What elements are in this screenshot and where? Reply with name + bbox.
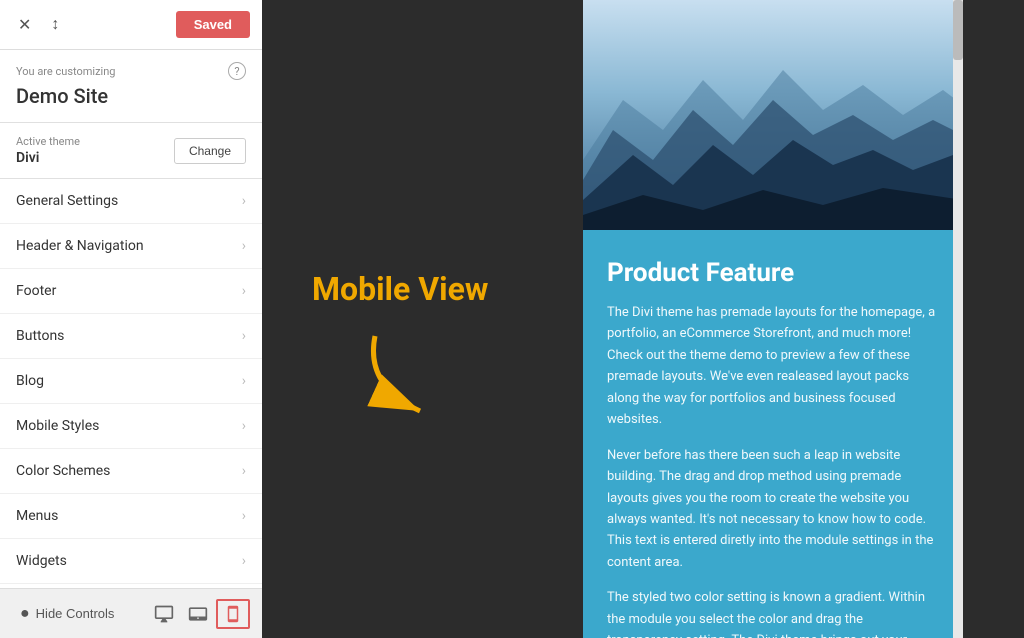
nav-item-widgets[interactable]: Widgets › bbox=[0, 539, 262, 584]
theme-section: Active theme Divi Change bbox=[0, 123, 262, 179]
nav-item-color-schemes[interactable]: Color Schemes › bbox=[0, 449, 262, 494]
chevron-icon: › bbox=[242, 193, 246, 209]
chevron-icon: › bbox=[242, 508, 246, 524]
nav-label: Blog bbox=[16, 373, 44, 389]
chevron-icon: › bbox=[242, 553, 246, 569]
customizing-label: You are customizing bbox=[16, 65, 115, 78]
theme-label: Active theme bbox=[16, 135, 80, 148]
nav-label: Buttons bbox=[16, 328, 64, 344]
sidebar-header: ✕ ↕ Saved bbox=[0, 0, 262, 50]
chevron-icon: › bbox=[242, 283, 246, 299]
preview-area: Mobile View bbox=[262, 0, 1024, 638]
hide-controls-button[interactable]: ● Hide Controls bbox=[12, 599, 122, 629]
sidebar-footer: ● Hide Controls bbox=[0, 588, 262, 638]
desktop-view-button[interactable] bbox=[148, 600, 180, 628]
nav-label: Widgets bbox=[16, 553, 67, 569]
settings-nav: General Settings › Header & Navigation ›… bbox=[0, 179, 262, 588]
preview-frame: Product Feature The Divi theme has prema… bbox=[583, 0, 963, 638]
help-icon[interactable]: ? bbox=[228, 62, 246, 80]
chevron-icon: › bbox=[242, 418, 246, 434]
chevron-icon: › bbox=[242, 373, 246, 389]
chevron-icon: › bbox=[242, 238, 246, 254]
nav-label: Color Schemes bbox=[16, 463, 110, 479]
mobile-view-annotation: Mobile View bbox=[312, 270, 488, 426]
mobile-view-label: Mobile View bbox=[312, 270, 488, 308]
scrollbar-track[interactable] bbox=[953, 0, 963, 638]
nav-item-header-navigation[interactable]: Header & Navigation › bbox=[0, 224, 262, 269]
mountain-svg bbox=[583, 0, 963, 230]
nav-item-menus[interactable]: Menus › bbox=[0, 494, 262, 539]
scrollbar-thumb[interactable] bbox=[953, 0, 963, 60]
product-paragraph-1: The Divi theme has premade layouts for t… bbox=[607, 302, 939, 431]
product-paragraph-3: The styled two color setting is known a … bbox=[607, 587, 939, 638]
customizer-sidebar: ✕ ↕ Saved You are customizing ? Demo Sit… bbox=[0, 0, 262, 638]
product-paragraph-2: Never before has there been such a leap … bbox=[607, 445, 939, 574]
nav-item-buttons[interactable]: Buttons › bbox=[0, 314, 262, 359]
product-section: Product Feature The Divi theme has prema… bbox=[583, 230, 963, 638]
chevron-icon: › bbox=[242, 463, 246, 479]
nav-label: Mobile Styles bbox=[16, 418, 99, 434]
nav-label: Menus bbox=[16, 508, 58, 524]
mobile-view-button[interactable] bbox=[216, 599, 250, 629]
hero-image bbox=[583, 0, 963, 230]
nav-item-mobile-styles[interactable]: Mobile Styles › bbox=[0, 404, 262, 449]
nav-item-blog[interactable]: Blog › bbox=[0, 359, 262, 404]
nav-item-general-settings[interactable]: General Settings › bbox=[0, 179, 262, 224]
saved-button[interactable]: Saved bbox=[176, 11, 250, 38]
nav-item-footer[interactable]: Footer › bbox=[0, 269, 262, 314]
hide-dot-icon: ● bbox=[20, 605, 30, 623]
change-theme-button[interactable]: Change bbox=[174, 138, 246, 164]
close-button[interactable]: ✕ bbox=[12, 11, 37, 39]
site-name: Demo Site bbox=[16, 84, 246, 108]
arrow-down-icon bbox=[355, 326, 445, 426]
tablet-view-button[interactable] bbox=[182, 600, 214, 628]
customizing-section: You are customizing ? Demo Site bbox=[0, 50, 262, 123]
nav-label: General Settings bbox=[16, 193, 118, 209]
nav-label: Footer bbox=[16, 283, 56, 299]
preview-content: Product Feature The Divi theme has prema… bbox=[583, 0, 963, 638]
nav-label: Header & Navigation bbox=[16, 238, 144, 254]
reorder-button[interactable]: ↕ bbox=[45, 12, 65, 38]
theme-name: Divi bbox=[16, 150, 80, 166]
chevron-icon: › bbox=[242, 328, 246, 344]
hide-controls-label: Hide Controls bbox=[36, 606, 115, 621]
product-title: Product Feature bbox=[607, 258, 939, 288]
